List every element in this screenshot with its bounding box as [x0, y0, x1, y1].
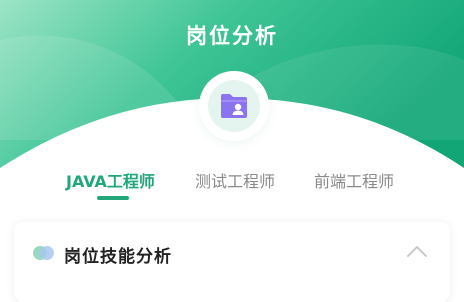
- tab-java-engineer[interactable]: JAVA工程师: [66, 168, 155, 192]
- job-tabs: JAVA工程师 测试工程师 前端工程师: [0, 160, 464, 206]
- card-title: 岗位技能分析: [64, 247, 172, 267]
- page-title: 岗位分析: [186, 24, 278, 48]
- tab-test-engineer[interactable]: 测试工程师: [195, 168, 275, 192]
- skill-analysis-card: 岗位技能分析: [14, 222, 450, 302]
- chevron-up-icon[interactable]: [406, 244, 428, 258]
- active-tab-indicator: [97, 196, 129, 200]
- header-icon-bg: [208, 80, 260, 132]
- tab-frontend-engineer[interactable]: 前端工程师: [314, 168, 394, 192]
- double-circle-icon: [33, 246, 55, 260]
- header-icon-badge: [199, 71, 269, 141]
- folder-user-icon: [221, 94, 247, 118]
